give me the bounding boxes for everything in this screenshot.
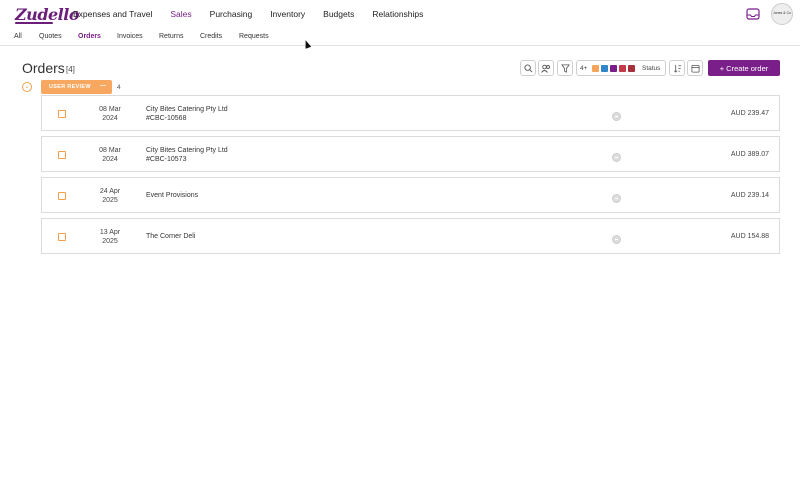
order-date: 08 Mar 2024 bbox=[99, 106, 121, 122]
group-collapse-toggle[interactable]: ⌄ bbox=[22, 82, 32, 92]
avatar[interactable]: Jones & Co bbox=[771, 3, 793, 25]
order-date: 13 Apr 2025 bbox=[99, 229, 121, 245]
tab-orders[interactable]: Orders bbox=[78, 33, 101, 40]
row-checkbox[interactable] bbox=[58, 192, 66, 200]
nav-budgets[interactable]: Budgets bbox=[323, 9, 354, 19]
tab-returns[interactable]: Returns bbox=[159, 33, 184, 40]
page-title: Orders bbox=[22, 60, 65, 76]
status-swatch bbox=[601, 65, 608, 72]
status-icon[interactable] bbox=[612, 112, 621, 121]
filter-icon bbox=[560, 63, 570, 73]
status-label: Status bbox=[642, 65, 661, 72]
table-row[interactable]: 08 Mar 2024 City Bites Catering Pty Ltd #C… bbox=[41, 95, 780, 131]
filter-button[interactable] bbox=[557, 60, 573, 76]
table-row[interactable]: 24 Apr 2025 Event Provisions AUD 239.14 bbox=[41, 177, 780, 213]
order-amount: AUD 154.88 bbox=[730, 233, 769, 240]
users-icon bbox=[541, 64, 550, 73]
row-checkbox[interactable] bbox=[58, 110, 66, 118]
calendar-button[interactable] bbox=[687, 60, 703, 76]
order-customer: Event Provisions bbox=[146, 192, 199, 199]
status-filter[interactable]: 4+ Status bbox=[576, 60, 666, 76]
row-checkbox[interactable] bbox=[58, 151, 66, 159]
order-amount: AUD 239.14 bbox=[730, 192, 769, 199]
nav-sales[interactable]: Sales bbox=[170, 9, 191, 19]
page-count: [4] bbox=[66, 65, 75, 74]
group-badge[interactable]: USER REVIEW — bbox=[41, 80, 112, 94]
tab-requests[interactable]: Requests bbox=[239, 33, 269, 40]
top-bar: Zudello Expenses and Travel Sales Purcha… bbox=[0, 0, 800, 29]
status-icon[interactable] bbox=[612, 194, 621, 203]
status-swatch bbox=[619, 65, 626, 72]
create-order-button[interactable]: + Create order bbox=[708, 60, 780, 76]
status-icon[interactable] bbox=[612, 235, 621, 244]
order-customer: The Corner Deli bbox=[146, 233, 196, 240]
sort-button[interactable] bbox=[669, 60, 685, 76]
inbox-icon[interactable] bbox=[746, 8, 760, 20]
group-count: 4 bbox=[117, 84, 121, 91]
status-swatch bbox=[592, 65, 599, 72]
order-customer: City Bites Catering Pty Ltd #CBC-10573 bbox=[146, 147, 228, 163]
order-amount: AUD 239.47 bbox=[730, 110, 769, 117]
table-row[interactable]: 13 Apr 2025 The Corner Deli AUD 154.88 bbox=[41, 218, 780, 254]
status-swatch bbox=[610, 65, 617, 72]
order-date: 24 Apr 2025 bbox=[99, 188, 121, 204]
group-dash: — bbox=[100, 83, 107, 89]
users-button[interactable] bbox=[538, 60, 554, 76]
search-icon bbox=[523, 63, 532, 72]
nav-inventory[interactable]: Inventory bbox=[270, 9, 305, 19]
nav-purchasing[interactable]: Purchasing bbox=[210, 9, 253, 19]
order-date: 08 Mar 2024 bbox=[99, 147, 121, 163]
status-swatch bbox=[628, 65, 635, 72]
nav-relationships[interactable]: Relationships bbox=[372, 9, 423, 19]
tab-credits[interactable]: Credits bbox=[200, 33, 222, 40]
sub-nav: All Quotes Orders Invoices Returns Credi… bbox=[0, 29, 800, 46]
status-plus: 4+ bbox=[580, 65, 588, 72]
row-checkbox[interactable] bbox=[58, 233, 66, 241]
nav-expenses-and-travel[interactable]: Expenses and Travel bbox=[73, 9, 152, 19]
search-button[interactable] bbox=[520, 60, 536, 76]
logo-underline bbox=[15, 22, 53, 24]
calendar-icon bbox=[690, 64, 700, 73]
tab-invoices[interactable]: Invoices bbox=[117, 33, 143, 40]
sort-icon bbox=[673, 64, 681, 73]
table-row[interactable]: 08 Mar 2024 City Bites Catering Pty Ltd #C… bbox=[41, 136, 780, 172]
main-nav: Expenses and Travel Sales Purchasing Inv… bbox=[73, 9, 441, 19]
tab-quotes[interactable]: Quotes bbox=[39, 33, 62, 40]
order-amount: AUD 389.07 bbox=[730, 151, 769, 158]
tab-all[interactable]: All bbox=[14, 33, 22, 40]
order-customer: City Bites Catering Pty Ltd #CBC-10568 bbox=[146, 106, 228, 122]
status-icon[interactable] bbox=[612, 153, 621, 162]
group-label: USER REVIEW bbox=[49, 84, 91, 90]
